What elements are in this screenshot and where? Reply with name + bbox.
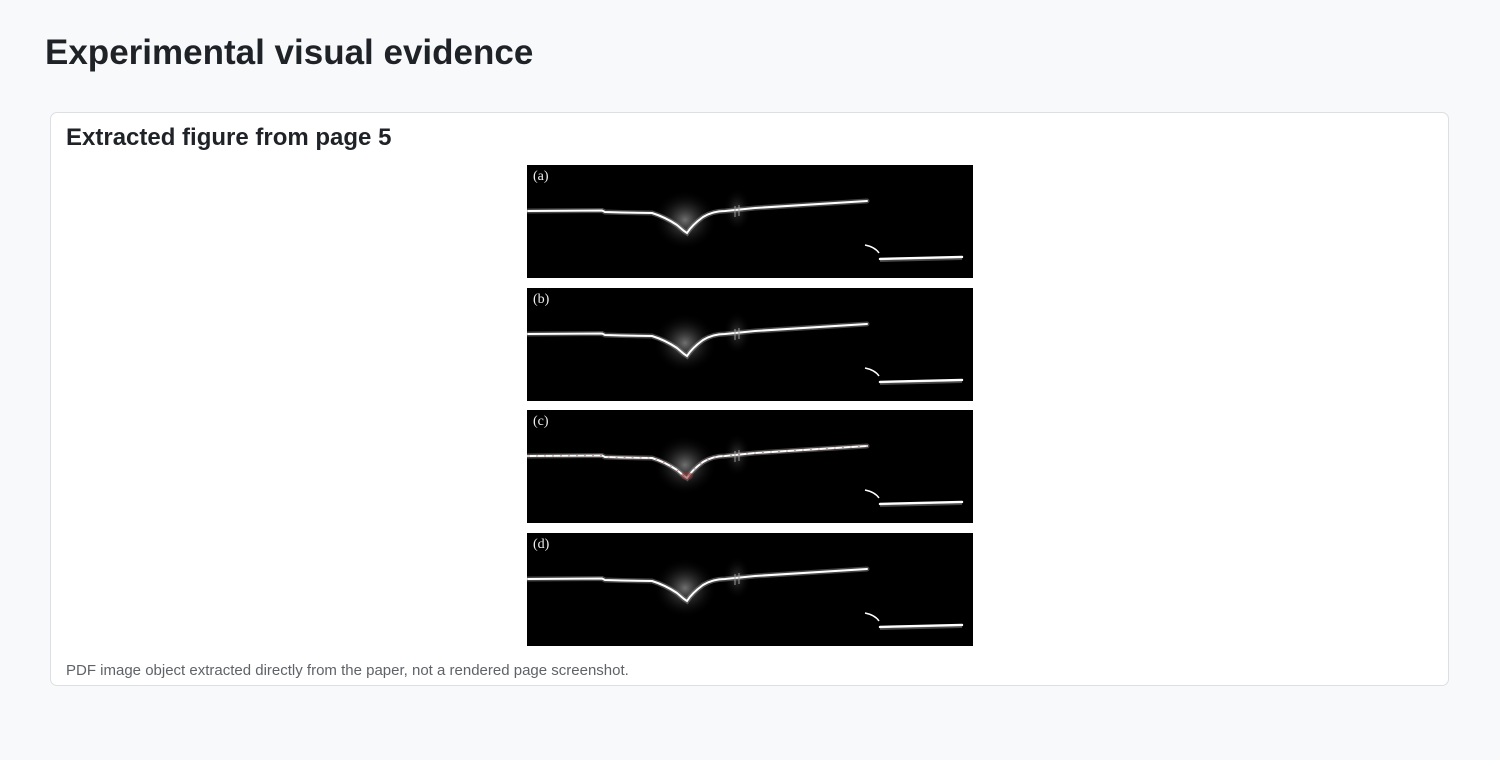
figure-card: Extracted figure from page 5 (a) (b) (c)… — [50, 112, 1449, 686]
panel-label: (a) — [533, 169, 549, 184]
page-title: Experimental visual evidence — [45, 33, 534, 72]
figure-panel-b: (b) — [527, 288, 973, 401]
figure-panel-a: (a) — [527, 165, 973, 278]
figure-caption: PDF image object extracted directly from… — [66, 662, 629, 679]
panel-label: (b) — [533, 292, 550, 307]
panel-label: (d) — [533, 537, 550, 552]
panel-d-image — [527, 556, 964, 630]
panel-c-image — [527, 433, 964, 507]
figure-panel-d: (d) — [527, 533, 973, 646]
panel-label: (c) — [533, 414, 549, 429]
card-title: Extracted figure from page 5 — [66, 124, 392, 151]
panel-a-image — [527, 188, 964, 262]
extracted-figure: (a) (b) (c) (d) — [527, 165, 973, 646]
figure-panel-c: (c) — [527, 410, 973, 523]
panel-b-image — [527, 311, 964, 385]
